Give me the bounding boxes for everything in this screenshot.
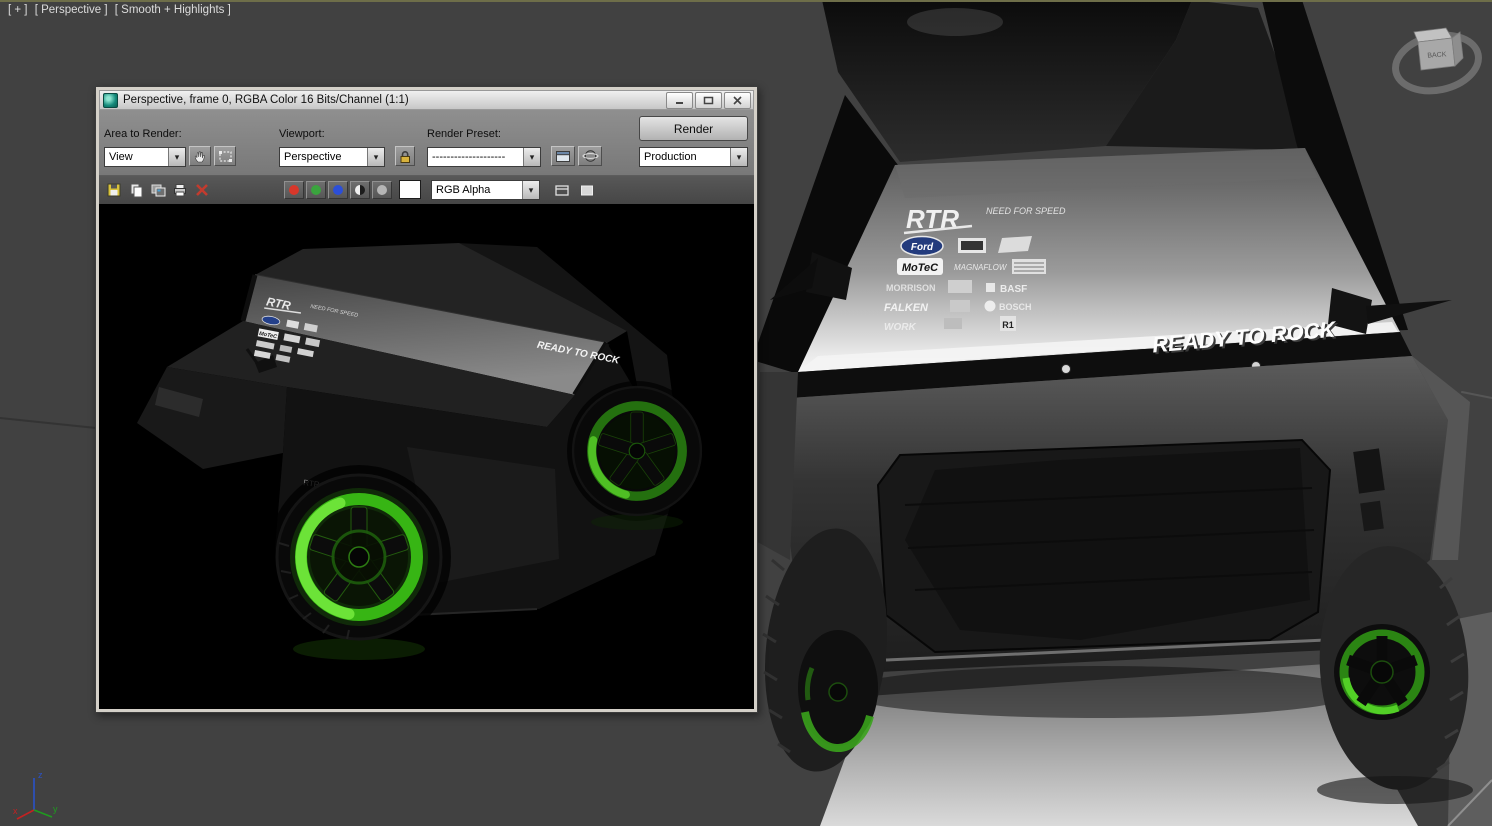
viewcube[interactable]: BACK xyxy=(1390,27,1483,98)
decal-logo xyxy=(944,318,962,329)
monochrome-channel-button[interactable] xyxy=(350,181,370,199)
decal-logo xyxy=(950,300,970,312)
red-channel-icon xyxy=(289,185,299,195)
decal-ford: Ford xyxy=(911,242,934,253)
printer-icon xyxy=(174,184,186,197)
axis-x-label: x xyxy=(13,806,18,816)
axis-y-label: y xyxy=(53,804,58,814)
render-preset-dropdown[interactable]: -------------------- ▾ xyxy=(427,147,541,167)
clear-image-button[interactable] xyxy=(192,180,212,200)
area-to-render-value: View xyxy=(109,150,133,163)
render-canvas[interactable]: RTR RTR NEED FOR SPEED MoTeC xyxy=(99,204,754,709)
minimize-button[interactable] xyxy=(666,91,693,109)
rendered-frame-window: Perspective, frame 0, RGBA Color 16 Bits… xyxy=(95,86,758,713)
monochrome-icon xyxy=(355,185,365,195)
toggle-ui-overlays-button[interactable] xyxy=(551,180,573,200)
render-button[interactable]: Render xyxy=(639,116,748,141)
render-controls-toolbar: Area to Render: View ▾ Viewport: Perspec… xyxy=(99,110,754,176)
world-axis-tripod: z x y xyxy=(13,770,58,820)
render-setup-icon xyxy=(556,150,570,162)
red-channel-button[interactable] xyxy=(284,181,304,199)
decal-motec: MoTeC xyxy=(902,262,939,274)
lock-icon xyxy=(400,150,410,163)
window-controls xyxy=(664,91,751,109)
chevron-down-icon[interactable]: ▾ xyxy=(522,181,539,199)
viewport-lock-button[interactable] xyxy=(395,146,415,166)
rendered-image: RTR RTR NEED FOR SPEED MoTeC xyxy=(107,217,747,703)
decal-logo xyxy=(948,280,972,293)
copy-icon xyxy=(130,183,142,197)
title-bar[interactable]: Perspective, frame 0, RGBA Color 16 Bits… xyxy=(99,90,754,110)
window-title: Perspective, frame 0, RGBA Color 16 Bits… xyxy=(123,94,409,106)
channel-display-value: RGB Alpha xyxy=(436,183,491,196)
render-front-wheel xyxy=(275,473,443,641)
render-mode-value: Production xyxy=(644,150,697,163)
alpha-channel-button[interactable] xyxy=(372,181,392,199)
area-to-render-label: Area to Render: xyxy=(104,128,182,140)
environment-effects-button[interactable] xyxy=(578,146,602,166)
render-setup-button[interactable] xyxy=(551,146,575,166)
viewport-top-border xyxy=(0,0,1492,2)
blue-channel-button[interactable] xyxy=(328,181,348,199)
environment-sphere-icon xyxy=(582,150,598,162)
decal-falken: FALKEN xyxy=(884,302,929,314)
minimize-icon xyxy=(676,101,683,104)
alpha-channel-icon xyxy=(377,185,387,195)
channel-display-dropdown[interactable]: RGB Alpha ▾ xyxy=(431,180,540,200)
hand-icon xyxy=(194,151,205,162)
save-icon xyxy=(107,183,121,197)
image-toolbar: RGB Alpha ▾ xyxy=(99,176,754,204)
ui-panel-icon xyxy=(581,185,593,195)
toggle-ui-button[interactable] xyxy=(576,180,598,200)
background-color-swatch[interactable] xyxy=(399,180,421,199)
auto-region-button[interactable] xyxy=(214,146,236,166)
decal-r1: R1 xyxy=(1002,320,1014,330)
blue-channel-icon xyxy=(333,185,343,195)
viewport-dropdown-label: Viewport: xyxy=(279,128,325,140)
close-button[interactable] xyxy=(724,91,751,109)
render-window-icon xyxy=(103,92,118,108)
region-marquee-icon xyxy=(218,150,232,162)
chevron-down-icon[interactable]: ▾ xyxy=(523,148,540,166)
green-channel-button[interactable] xyxy=(306,181,326,199)
decal-logo xyxy=(998,236,1032,253)
copy-image-button[interactable] xyxy=(126,180,146,200)
viewport-menu-shading[interactable]: [ Smooth + Highlights ] xyxy=(115,4,231,16)
decal-magnaflow: MAGNAFLOW xyxy=(954,263,1008,272)
chevron-down-icon[interactable]: ▾ xyxy=(367,148,384,166)
ui-overlays-icon xyxy=(555,184,569,196)
car-contact-shadow xyxy=(840,666,1360,718)
edit-region-button[interactable] xyxy=(189,146,211,166)
clone-window-icon xyxy=(151,184,165,196)
clone-rendered-frame-button[interactable] xyxy=(148,180,168,200)
render-mode-dropdown[interactable]: Production ▾ xyxy=(639,147,748,167)
viewport-menu-general[interactable]: [ + ] xyxy=(8,4,28,16)
render-preset-label: Render Preset: xyxy=(427,128,501,140)
viewcube-face-label[interactable]: BACK xyxy=(1427,51,1447,59)
render-far-wheel xyxy=(571,385,703,517)
render-preset-value: -------------------- xyxy=(432,150,506,163)
decal-basf: BASF xyxy=(1000,284,1027,295)
clear-x-icon xyxy=(196,184,208,196)
close-icon xyxy=(733,95,742,105)
maximize-button[interactable] xyxy=(695,91,722,109)
viewport-menu-pov[interactable]: [ Perspective ] xyxy=(35,4,108,16)
axis-z-label: z xyxy=(38,770,43,780)
viewport-dropdown[interactable]: Perspective ▾ xyxy=(279,147,385,167)
viewport-label: [ + ] [ Perspective ] [ Smooth + Highlig… xyxy=(8,4,235,16)
decal-bosch: BOSCH xyxy=(999,302,1032,312)
decal-work: WORK xyxy=(884,322,916,333)
area-to-render-dropdown[interactable]: View ▾ xyxy=(104,147,186,167)
decal-nfs: NEED FOR SPEED xyxy=(986,206,1066,216)
chevron-down-icon[interactable]: ▾ xyxy=(168,148,185,166)
maximize-icon xyxy=(703,96,714,104)
viewport-dropdown-value: Perspective xyxy=(284,150,342,163)
chevron-down-icon[interactable]: ▾ xyxy=(730,148,747,166)
green-channel-icon xyxy=(311,185,321,195)
print-image-button[interactable] xyxy=(170,180,190,200)
save-image-button[interactable] xyxy=(104,180,124,200)
decal-morrison: MORRISON xyxy=(886,283,936,293)
